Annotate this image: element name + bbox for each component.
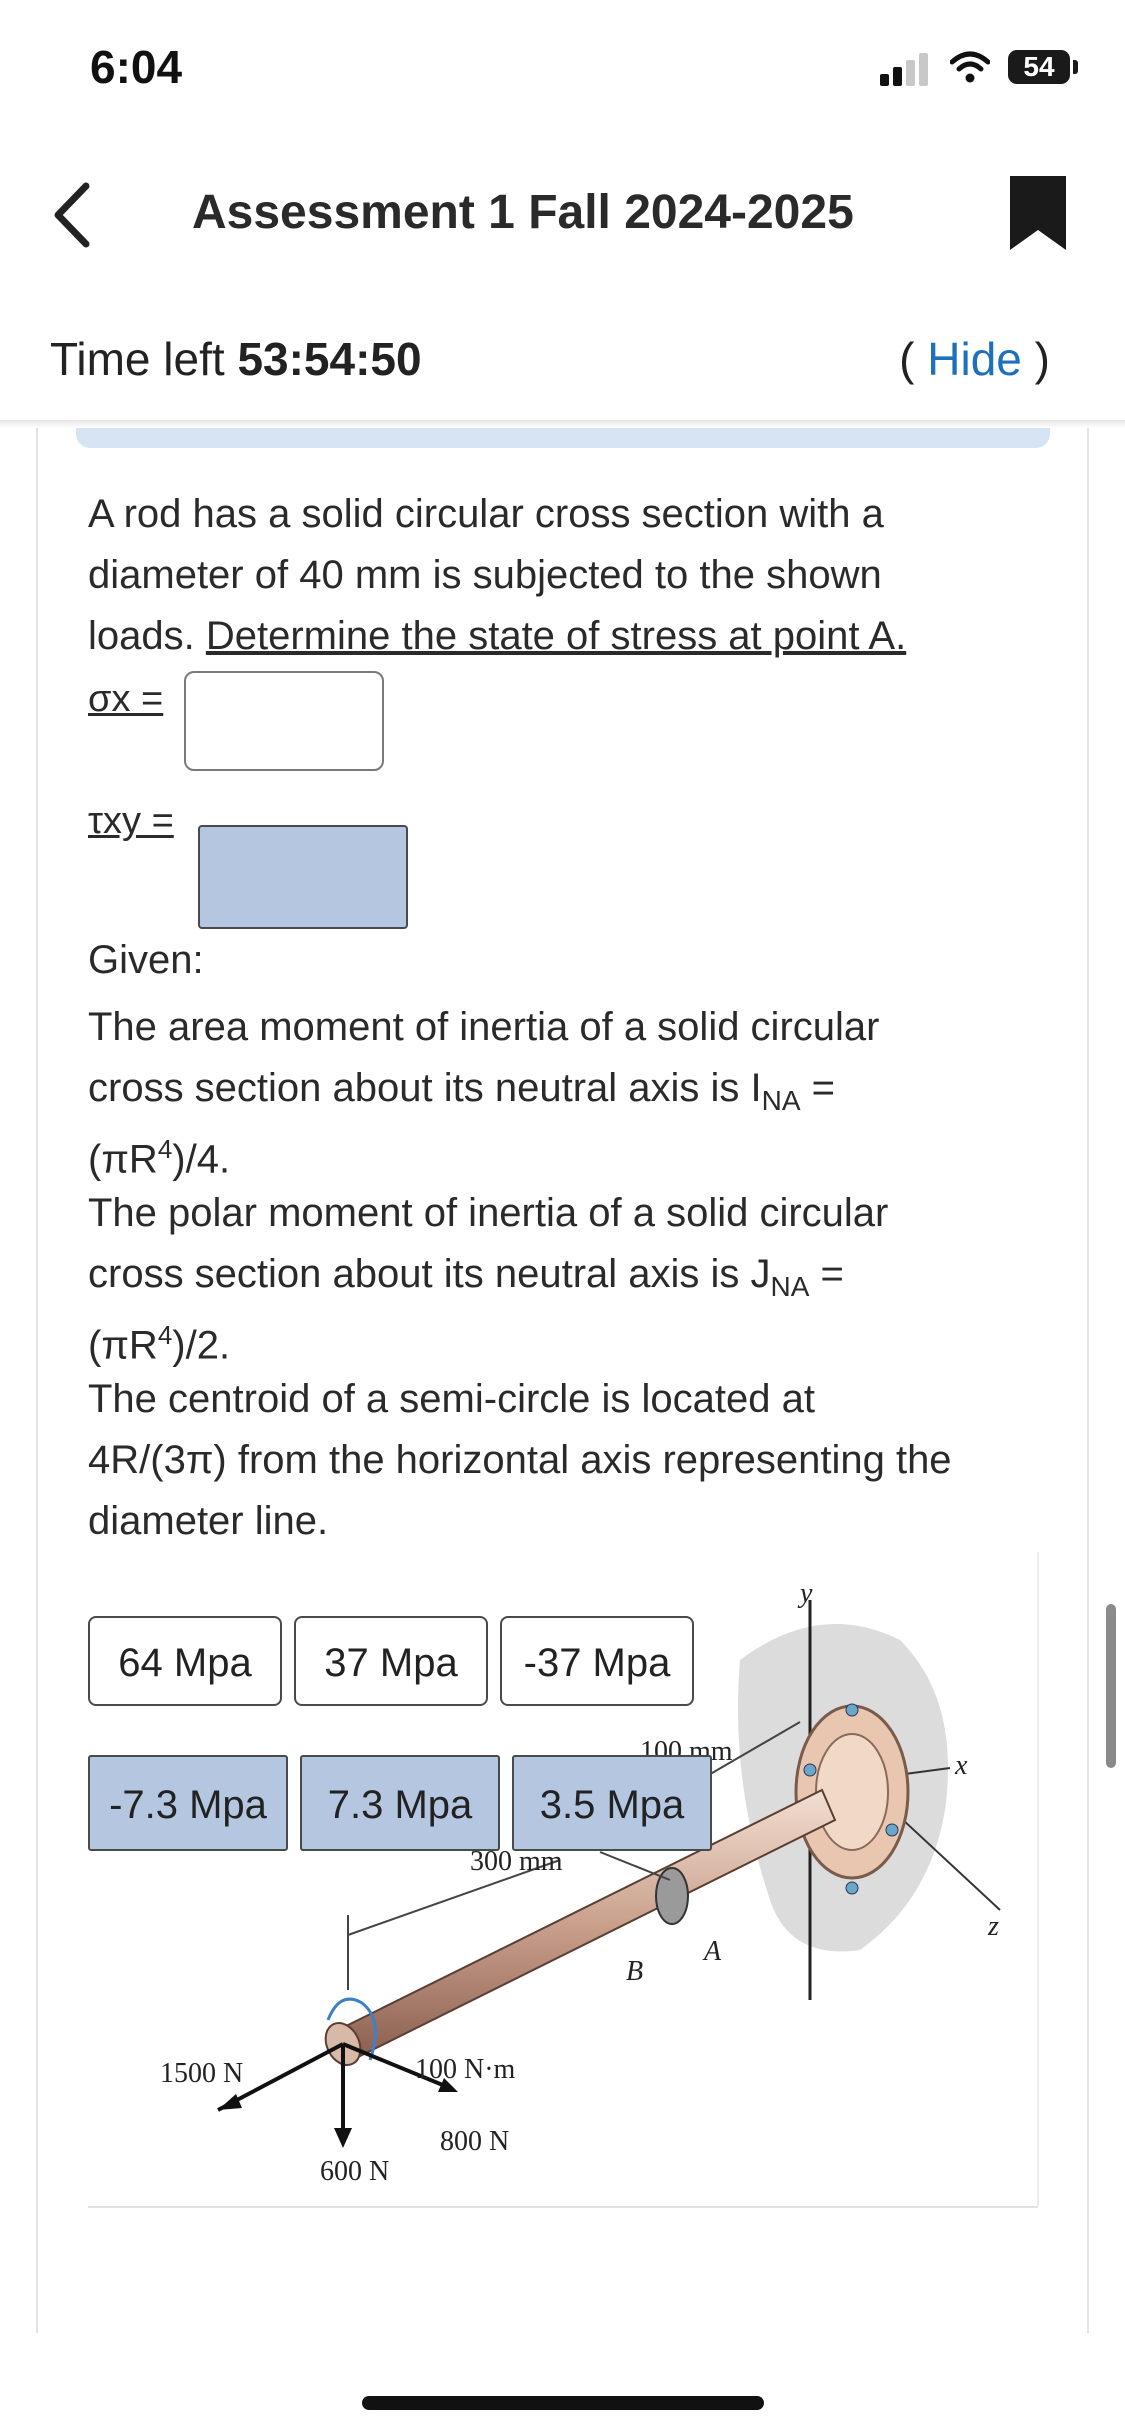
timer: Time left 53:54:50 (50, 332, 422, 386)
question-text-line-2: diameter of 40 mm is subjected to the sh… (88, 553, 882, 597)
given-2b-sub: NA (770, 1271, 810, 1302)
force-600-head (334, 2128, 352, 2148)
given-1b-text: cross section about its neutral axis is … (88, 1066, 762, 1110)
label-y-axis: y (797, 1578, 813, 1609)
hide-close-paren: ) (1034, 333, 1050, 385)
given-title: Given: (88, 938, 204, 982)
sigma-x-label: σx = (88, 678, 164, 720)
given-2c-sup: 4 (157, 1320, 173, 1350)
scrollbar[interactable] (1106, 1604, 1116, 1768)
page-title: Assessment 1 Fall 2024-2025 (192, 186, 854, 239)
card-border-left (36, 428, 38, 2333)
card-border-right (1087, 428, 1089, 2333)
given-1b-end: = (800, 1066, 836, 1110)
bookmark-icon[interactable] (1010, 176, 1066, 250)
question-text-line-1: A rod has a solid circular cross section… (88, 492, 884, 536)
timer-value: 53:54:50 (237, 333, 422, 385)
choice-7-3-mpa[interactable]: 7.3 Mpa (300, 1755, 500, 1851)
choice-37-mpa[interactable]: 37 Mpa (294, 1616, 488, 1706)
hide-timer-link[interactable]: Hide (927, 333, 1022, 385)
given-line-2c: (πR4)/2. (88, 1305, 1063, 1376)
tau-xy-drop-target[interactable] (198, 825, 408, 929)
tau-xy-label: τxy = (88, 800, 174, 842)
given-line-3a: The centroid of a semi-circle is located… (88, 1377, 815, 1421)
question-text-underlined: Determine the state of stress at point A… (205, 614, 907, 658)
cellular-signal-icon (880, 52, 932, 86)
question-text-plain: loads. (88, 614, 206, 658)
label-1500n: 1500 N (160, 2058, 243, 2089)
given-2b-text: cross section about its neutral axis is … (88, 1252, 771, 1296)
dim-300-right (599, 1851, 671, 1881)
hide-open-paren: ( (899, 333, 915, 385)
label-600n: 600 N (320, 2156, 389, 2187)
given-line-3b: 4R/(3π) from the horizontal axis represe… (88, 1438, 952, 1482)
given-1c-sup: 4 (157, 1134, 173, 1164)
label-x-axis: x (954, 1750, 968, 1781)
force-1500-head (218, 2094, 242, 2110)
given-line-1c: (πR4)/4. (88, 1119, 1063, 1190)
battery-icon: 54 (1008, 50, 1070, 84)
given-line-3c: diameter line. (88, 1499, 329, 1543)
choice-3-5-mpa[interactable]: 3.5 Mpa (512, 1755, 712, 1851)
bolt (845, 1703, 859, 1717)
given-2c-post: )/2. (172, 1323, 231, 1368)
figure-bottom-border (88, 2206, 1038, 2208)
choice-neg-37-mpa[interactable]: -37 Mpa (500, 1616, 694, 1706)
chevron-left-icon[interactable] (48, 180, 98, 250)
label-z-axis: z (987, 1911, 999, 1942)
figure-right-border (1037, 1552, 1039, 2206)
timer-divider (0, 420, 1125, 428)
bolt (803, 1763, 817, 1777)
given-line-1a: The area moment of inertia of a solid ci… (88, 1005, 880, 1049)
given-2b-end: = (809, 1252, 844, 1296)
choice-64-mpa[interactable]: 64 Mpa (88, 1616, 282, 1706)
given-1c-pre: (πR (88, 1137, 158, 1182)
given-1c-post: )/4. (172, 1137, 231, 1182)
timer-label: Time left (50, 333, 225, 385)
given-1b-sub: NA (761, 1085, 801, 1116)
home-indicator[interactable] (362, 2396, 764, 2410)
given-line-2a: The polar moment of inertia of a solid c… (88, 1191, 889, 1235)
wifi-icon (950, 51, 990, 83)
question-header-strip (76, 428, 1050, 448)
bolt (845, 1881, 859, 1895)
given-2c-pre: (πR (88, 1323, 158, 1368)
label-point-b: B (626, 1956, 643, 1987)
status-time: 6:04 (90, 41, 183, 93)
label-800n: 800 N (440, 2126, 509, 2157)
label-point-a: A (702, 1936, 722, 1967)
hide-timer-control: ( Hide ) (899, 332, 1050, 386)
battery-tip (1073, 60, 1078, 74)
question-text-line-3: loads. Determine the state of stress at … (88, 606, 1063, 667)
flange-inner (815, 1733, 889, 1851)
choice-neg-7-3-mpa[interactable]: -7.3 Mpa (88, 1755, 288, 1851)
bolt (885, 1823, 899, 1837)
label-100nm: 100 N·m (415, 2054, 516, 2085)
sigma-x-drop-target[interactable] (184, 671, 384, 771)
